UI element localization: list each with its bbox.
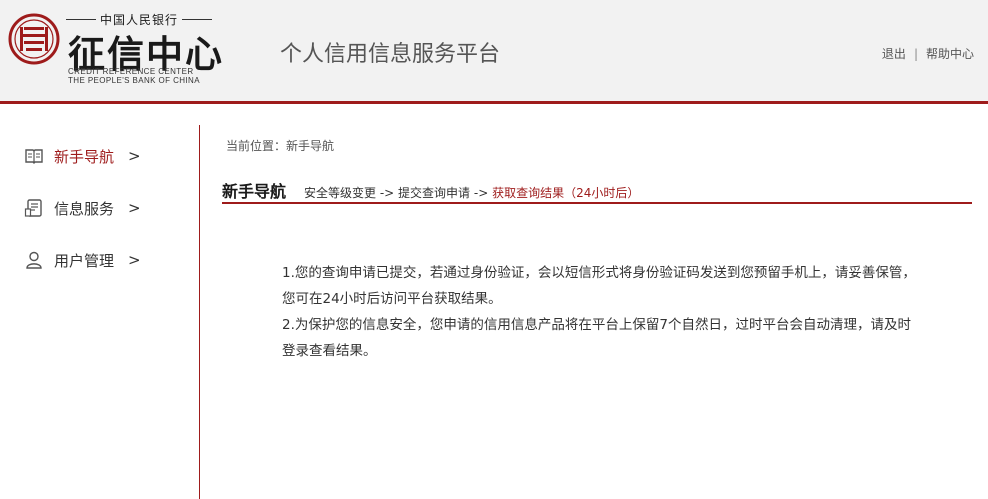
section-divider [222,202,972,204]
top-links: 退出 | 帮助中心 [882,45,974,62]
chevron-right-icon: > [128,251,141,269]
header-bar: 中国人民银行 征信中心 CREDIT REFERENCE CENTER THE … [0,0,988,101]
breadcrumb: 当前位置：新手导航 [226,137,334,154]
breadcrumb-current: 新手导航 [286,139,335,153]
sidebar: 新手导航 > 信息服务 > 用户管理 > [0,104,199,499]
sidebar-item-label: 用户管理 [54,251,115,270]
sidebar-item-label: 信息服务 [54,199,115,218]
sidebar-item-beginner-guide[interactable]: 新手导航 > [24,144,141,168]
chevron-right-icon: > [128,147,141,165]
progress-steps: 安全等级变更 -> 提交查询申请 -> 获取查询结果（24小时后） [304,184,639,201]
credit-center-logo-icon [8,13,60,65]
sidebar-item-label: 新手导航 [54,147,115,166]
notice-paragraph: 2.为保护您的信息安全，您申请的信用信息产品将在平台上保留7个自然日，过时平台会… [282,317,911,359]
org-english-name: CREDIT REFERENCE CENTER THE PEOPLE'S BAN… [68,67,200,85]
step-get-result: 获取查询结果（24小时后） [492,186,640,200]
step-submit-query: 提交查询申请 [398,186,471,200]
link-separator: | [913,46,918,61]
platform-title: 个人信用信息服务平台 [280,42,501,67]
step-security-level: 安全等级变更 [304,186,377,200]
help-center-link[interactable]: 帮助中心 [926,45,974,62]
section-title: 新手导航 [222,182,287,201]
chevron-right-icon: > [128,199,141,217]
org-en-line2: THE PEOPLE'S BANK OF CHINA [68,76,200,85]
book-icon [25,149,43,164]
notice-paragraph: 1.您的查询申请已提交，若通过身份验证，会以短信形式将身份验证码发送到您预留手机… [282,265,916,307]
step-separator: -> [376,186,399,200]
section-header: 新手导航 安全等级变更 -> 提交查询申请 -> 获取查询结果（24小时后） [222,178,972,204]
sidebar-item-user-management[interactable]: 用户管理 > [24,248,141,272]
sidebar-divider [199,125,200,499]
document-icon [24,199,42,217]
step-separator: -> [470,186,493,200]
sidebar-item-info-service[interactable]: 信息服务 > [24,196,141,220]
notice-content: 1.您的查询申请已提交，若通过身份验证，会以短信形式将身份验证码发送到您预留手机… [282,260,922,364]
logout-link[interactable]: 退出 [882,45,906,62]
breadcrumb-prefix: 当前位置： [226,139,287,153]
org-en-line1: CREDIT REFERENCE CENTER [68,67,194,76]
user-icon [26,251,42,269]
